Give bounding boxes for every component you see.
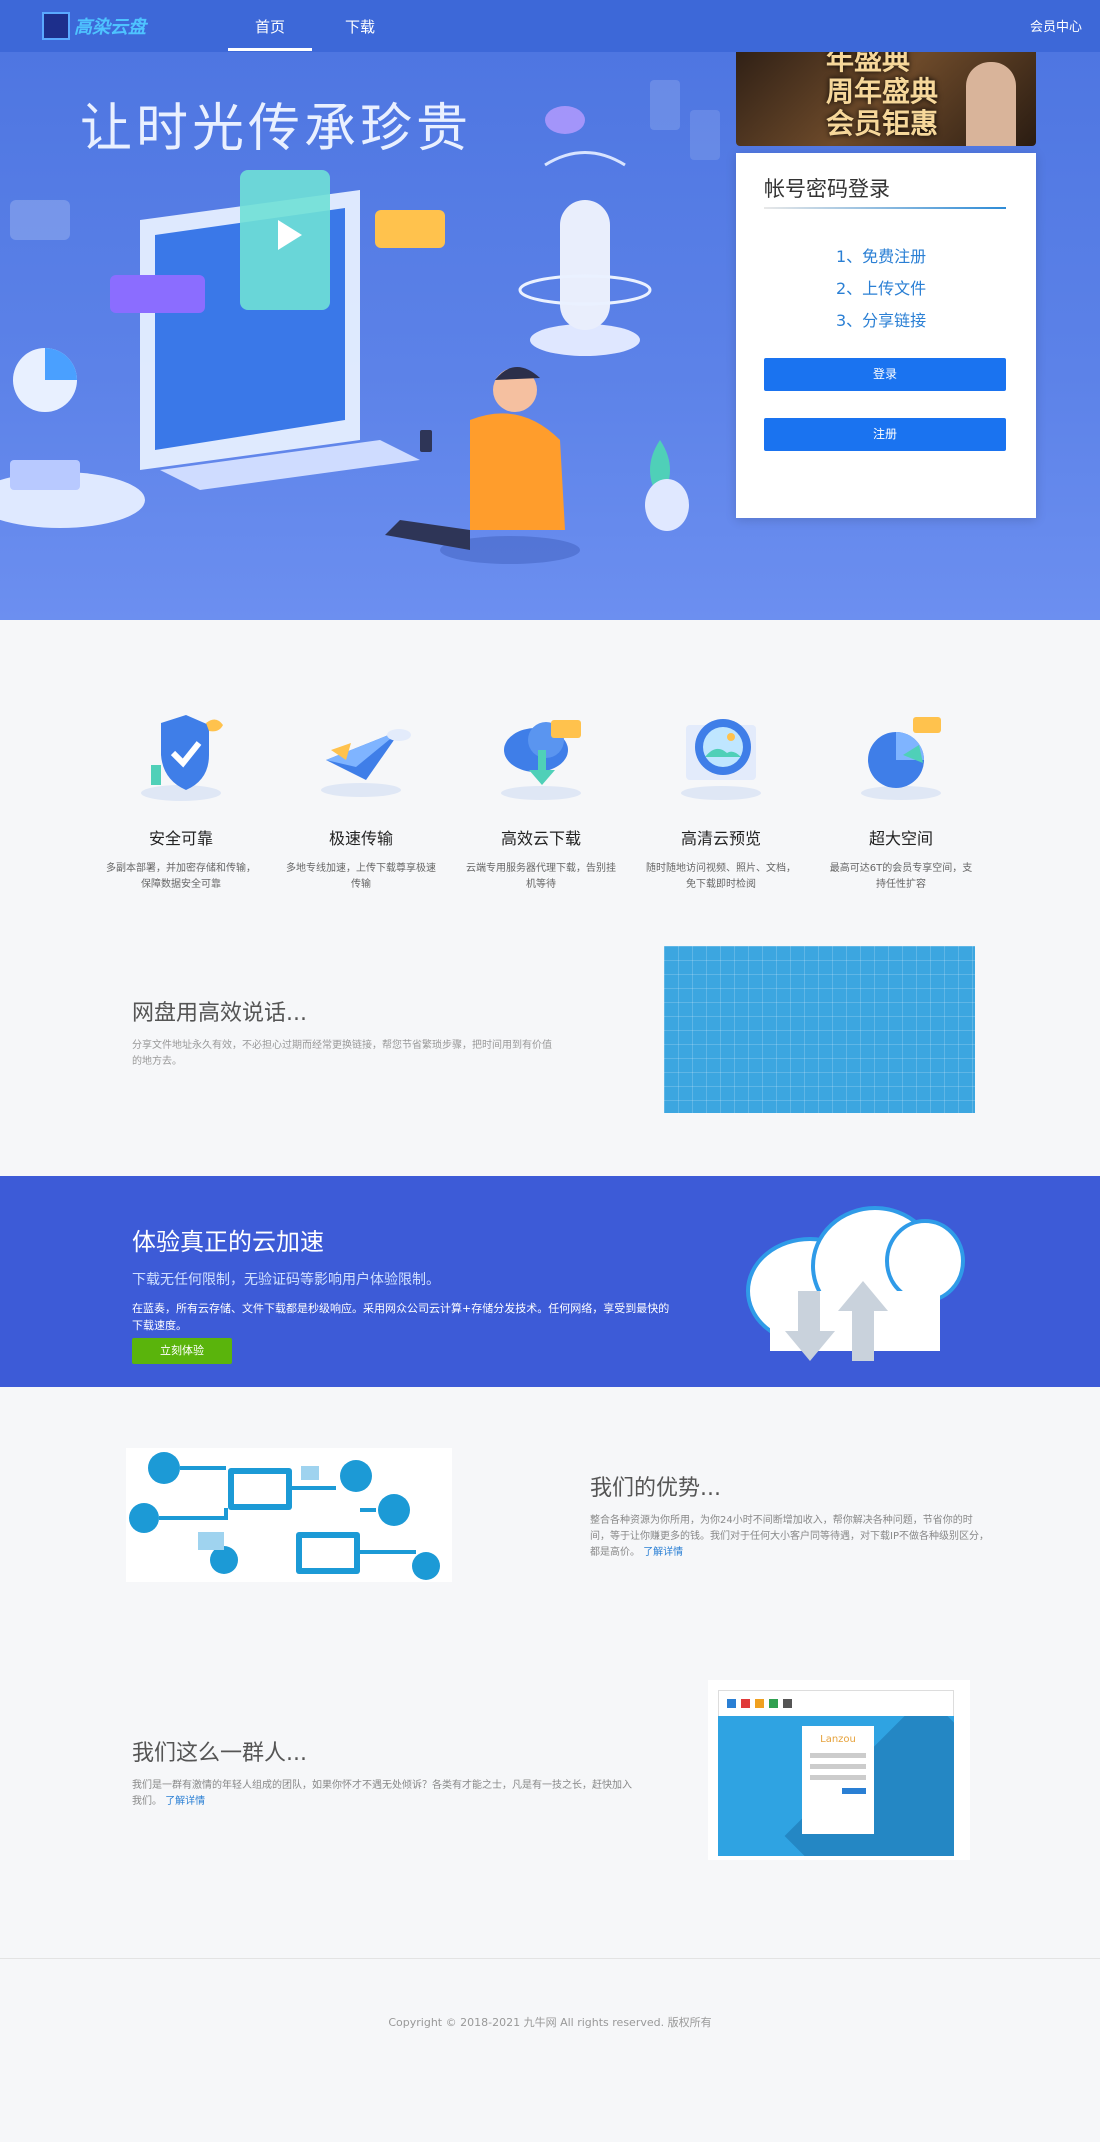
feature-item: 高效云下载 云端专用服务器代理下载，告别挂机等待	[466, 705, 616, 893]
login-button[interactable]: 登录	[764, 358, 1006, 391]
try-now-button[interactable]: 立刻体验	[132, 1338, 232, 1364]
band-subtitle: 下载无任何限制，无验证码等影响用户体验限制。	[132, 1272, 440, 1288]
pie-chart-icon	[861, 717, 941, 800]
feature-desc: 多地专线加速，上传下载尊享极速传输	[286, 863, 436, 890]
step-item: 1、免费注册	[836, 247, 927, 266]
feature-item: 极速传输 多地专线加速，上传下载尊享极速传输	[286, 705, 436, 893]
blue-grid-image	[664, 946, 975, 1113]
feature-title: 安全可靠	[148, 829, 213, 848]
top-nav: 高染云盘 首页 下载 会员中心	[0, 0, 1100, 52]
network-services-illustration	[126, 1448, 452, 1582]
step-item: 3、分享链接	[836, 311, 927, 330]
login-title: 帐号密码登录	[764, 177, 890, 201]
team-learn-more-link[interactable]: 了解详情	[165, 1796, 205, 1807]
section-desc-team: 我们是一群有激情的年轻人组成的团队，如果你怀才不遇无处倾诉？各类有才能之士，凡是…	[132, 1778, 632, 1810]
logo-icon	[42, 12, 70, 40]
nav-active-indicator	[228, 48, 312, 51]
member-center-link[interactable]: 会员中心	[1030, 16, 1082, 35]
feature-desc: 多副本部署，并加密存储和传输，保障数据安全可靠	[106, 863, 256, 890]
hero-banner: 让时光传承珍贵 年盛典 周年盛典 会员钜惠 帐号密码登录 1、免费注册 2、上传…	[0, 0, 1100, 620]
login-panel: 帐号密码登录 1、免费注册 2、上传文件 3、分享链接 登录 注册	[736, 153, 1036, 518]
feature-title: 高清云预览	[680, 829, 761, 848]
advantage-learn-more-link[interactable]: 了解详情	[643, 1547, 683, 1558]
paper-plane-icon	[321, 729, 411, 797]
shield-icon	[141, 715, 223, 801]
footer-divider	[0, 1958, 1100, 1959]
copyright-text: Copyright © 2018-2021 九牛网 All rights res…	[388, 2016, 712, 2029]
ad-text: 年盛典 周年盛典 会员钜惠	[826, 44, 938, 140]
band-desc: 在蓝奏，所有云存储、文件下载都是秒级响应。采用网众公司云计算+存储分发技术。任何…	[132, 1302, 670, 1332]
cloud-accelerate-band: 体验真正的云加速 下载无任何限制，无验证码等影响用户体验限制。 在蓝奏，所有云存…	[0, 1176, 1100, 1387]
login-title-underline	[764, 207, 1006, 209]
logo-text: 高染云盘	[74, 17, 146, 38]
feature-item: 超大空间 最高可达6T的会员专享空间，支持任性扩容	[826, 705, 976, 893]
promo-ad-banner[interactable]: 年盛典 周年盛典 会员钜惠	[736, 36, 1036, 146]
login-mockup-illustration: Lanzou	[708, 1680, 970, 1860]
mockup-brand: Lanzou	[820, 1734, 856, 1745]
logo[interactable]: 高染云盘	[42, 12, 146, 40]
section-title-advantage: 我们的优势...	[590, 1476, 721, 1501]
nav-download[interactable]: 下载	[345, 16, 375, 37]
feature-desc: 随时随地访问视频、照片、文档，免下载即时检阅	[646, 863, 796, 890]
image-preview-icon	[681, 719, 761, 800]
register-steps: 1、免费注册 2、上传文件 3、分享链接	[836, 241, 926, 337]
register-button[interactable]: 注册	[764, 418, 1006, 451]
ad-line-2: 周年盛典	[826, 75, 939, 108]
section-desc-efficiency: 分享文件地址永久有效，不必担心过期而经常更换链接，帮您节省繁琐步骤，把时间用到有…	[132, 1040, 552, 1067]
nav-home[interactable]: 首页	[255, 16, 285, 37]
feature-desc: 最高可达6T的会员专享空间，支持任性扩容	[829, 863, 973, 890]
feature-title: 高效云下载	[500, 829, 581, 848]
section-title-efficiency: 网盘用高效说话...	[132, 1001, 307, 1026]
cloud-transfer-icon	[746, 1206, 965, 1361]
section-desc-advantage: 整合各种资源为你所用，为你24小时不间断增加收入，帮你解决各种问题，节省你的时间…	[590, 1513, 990, 1561]
feature-title: 极速传输	[328, 829, 393, 848]
hero-illustration	[0, 80, 720, 564]
band-title: 体验真正的云加速	[132, 1228, 324, 1256]
feature-item: 安全可靠 多副本部署，并加密存储和传输，保障数据安全可靠	[106, 705, 256, 893]
section-title-team: 我们这么一群人...	[132, 1741, 307, 1766]
ad-model-image	[966, 62, 1016, 146]
feature-desc: 云端专用服务器代理下载，告别挂机等待	[466, 863, 616, 890]
cloud-download-icon	[501, 720, 581, 800]
team-text: 我们是一群有激情的年轻人组成的团队，如果你怀才不遇无处倾诉？各类有才能之士，凡是…	[132, 1780, 632, 1807]
step-item: 2、上传文件	[836, 279, 927, 298]
feature-item: 高清云预览 随时随地访问视频、照片、文档，免下载即时检阅	[646, 705, 796, 893]
feature-title: 超大空间	[868, 829, 933, 848]
ad-line-3: 会员钜惠	[826, 107, 939, 140]
